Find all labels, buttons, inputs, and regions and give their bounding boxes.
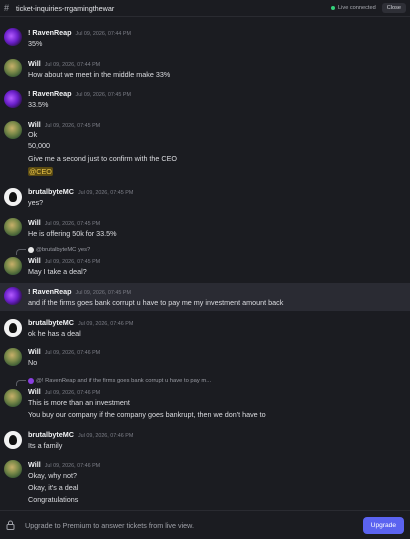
live-status: Live connected	[331, 5, 376, 11]
message-hovered: ! RavenReap Jul 09, 2026, 07:45 PM and if…	[0, 283, 410, 311]
avatar[interactable]	[4, 188, 22, 206]
message-text: Congratulations	[28, 495, 79, 504]
avatar[interactable]	[4, 218, 22, 236]
message-text: and if the firms goes bank corrupt u hav…	[28, 298, 284, 307]
reply-avatar	[28, 247, 34, 253]
message-text: ok he has a deal	[28, 329, 81, 338]
message: Will Jul 09, 2026, 07:46 PM Okay, why not…	[0, 457, 410, 507]
avatar[interactable]	[4, 431, 22, 449]
author-name[interactable]: ! RavenReap	[28, 28, 72, 37]
timestamp: Jul 09, 2026, 07:45 PM	[77, 190, 134, 196]
live-dot-icon	[331, 6, 336, 10]
message: @! RavenReap and if the firms goes bank …	[0, 375, 410, 425]
reply-preview: @brutalbyteMC yes?	[36, 247, 91, 253]
message-text: yes?	[28, 198, 44, 207]
reply-reference[interactable]: @! RavenReap and if the firms goes bank …	[16, 376, 211, 386]
author-name[interactable]: Will	[28, 120, 41, 129]
avatar[interactable]	[4, 348, 22, 366]
message-text: This is more than an investment	[28, 398, 130, 407]
message: brutalbyteMC Jul 09, 2026, 07:45 PM yes?	[0, 184, 410, 210]
close-button[interactable]: Close	[381, 3, 406, 13]
hash-icon: #	[4, 3, 10, 13]
timestamp: Jul 09, 2026, 07:44 PM	[75, 31, 131, 37]
upgrade-button[interactable]: Upgrade	[362, 516, 404, 534]
message-text: Its a family	[28, 441, 63, 450]
timestamp: Jul 09, 2026, 07:46 PM	[44, 463, 101, 469]
channel-header: # ticket-inquiries-rrgamingthewar Live c…	[0, 0, 410, 17]
author-name[interactable]: brutalbyteMC	[28, 318, 74, 327]
message: ! RavenReap Jul 09, 2026, 07:44 PM 35%	[0, 25, 410, 49]
avatar[interactable]	[4, 460, 22, 478]
timestamp: Jul 09, 2026, 07:45 PM	[44, 123, 101, 129]
message-text: Ok	[28, 130, 38, 139]
reply-connector	[16, 380, 26, 386]
message-text: You buy our company if the company goes …	[28, 410, 266, 419]
message: ! RavenReap Jul 09, 2026, 07:45 PM 33.5%	[0, 87, 410, 113]
timestamp: Jul 09, 2026, 07:46 PM	[44, 390, 101, 396]
timestamp: Jul 09, 2026, 07:45 PM	[44, 221, 101, 227]
channel-name: ticket-inquiries-rrgamingthewar	[16, 3, 115, 13]
author-name[interactable]: brutalbyteMC	[28, 430, 74, 439]
live-status-text: Live connected	[338, 5, 376, 11]
author-name[interactable]: ! RavenReap	[28, 287, 72, 296]
author-name[interactable]: ! RavenReap	[28, 89, 72, 98]
timestamp: Jul 09, 2026, 07:45 PM	[44, 259, 101, 265]
author-name[interactable]: Will	[28, 218, 41, 227]
message: Will Jul 09, 2026, 07:45 PM Ok 50,000 Giv…	[0, 118, 410, 180]
upsell-text: Upgrade to Premium to answer tickets fro…	[25, 520, 194, 530]
author-name[interactable]: Will	[28, 59, 41, 68]
author-name[interactable]: Will	[28, 256, 41, 265]
message-text: Okay, it's a deal	[28, 483, 79, 492]
avatar[interactable]	[4, 287, 22, 305]
message-text: No	[28, 358, 38, 367]
message: Will Jul 09, 2026, 07:46 PM No	[0, 345, 410, 371]
author-name[interactable]: Will	[28, 460, 41, 469]
reply-reference[interactable]: @brutalbyteMC yes?	[16, 245, 90, 255]
message: @brutalbyteMC yes? Will Jul 09, 2026, 07:…	[0, 244, 410, 280]
avatar[interactable]	[4, 319, 22, 337]
message-text: Give me a second just to confirm with th…	[28, 154, 178, 163]
avatar[interactable]	[4, 28, 22, 46]
message: Will Jul 09, 2026, 07:45 PM He is offerin…	[0, 215, 410, 241]
avatar[interactable]	[4, 59, 22, 77]
premium-upsell-bar: Upgrade to Premium to answer tickets fro…	[0, 510, 410, 539]
timestamp: Jul 09, 2026, 07:46 PM	[77, 433, 134, 439]
timestamp: Jul 09, 2026, 07:46 PM	[77, 321, 134, 327]
author-name[interactable]: Will	[28, 347, 41, 356]
message: brutalbyteMC Jul 09, 2026, 07:46 PM Its a…	[0, 427, 410, 453]
avatar[interactable]	[4, 121, 22, 139]
author-name[interactable]: Will	[28, 387, 41, 396]
timestamp: Jul 09, 2026, 07:44 PM	[44, 62, 101, 68]
message-text: 35%	[28, 39, 43, 48]
timestamp: Jul 09, 2026, 07:45 PM	[75, 92, 131, 98]
reply-avatar	[28, 378, 34, 384]
role-mention[interactable]: @CEO	[28, 167, 53, 176]
message-feed[interactable]: ! RavenReap Jul 09, 2026, 07:44 PM 35% Wi…	[0, 17, 410, 510]
avatar[interactable]	[4, 389, 22, 407]
avatar[interactable]	[4, 90, 22, 108]
message-text: How about we meet in the middle make 33%	[28, 70, 171, 79]
message-text: Okay, why not?	[28, 471, 78, 480]
message-text: May I take a deal?	[28, 267, 87, 276]
author-name[interactable]: brutalbyteMC	[28, 187, 74, 196]
avatar[interactable]	[4, 257, 22, 275]
message-text: He is offering 50k for 33.5%	[28, 229, 117, 238]
reply-connector	[16, 249, 26, 255]
timestamp: Jul 09, 2026, 07:46 PM	[44, 350, 101, 356]
reply-preview: @! RavenReap and if the firms goes bank …	[36, 378, 212, 384]
message: brutalbyteMC Jul 09, 2026, 07:46 PM ok he…	[0, 315, 410, 341]
timestamp: Jul 09, 2026, 07:45 PM	[75, 290, 131, 296]
lock-icon	[6, 520, 15, 530]
message-text: 50,000	[28, 141, 50, 150]
message-text: 33.5%	[28, 100, 49, 109]
message: Will Jul 09, 2026, 07:44 PM How about we …	[0, 56, 410, 82]
